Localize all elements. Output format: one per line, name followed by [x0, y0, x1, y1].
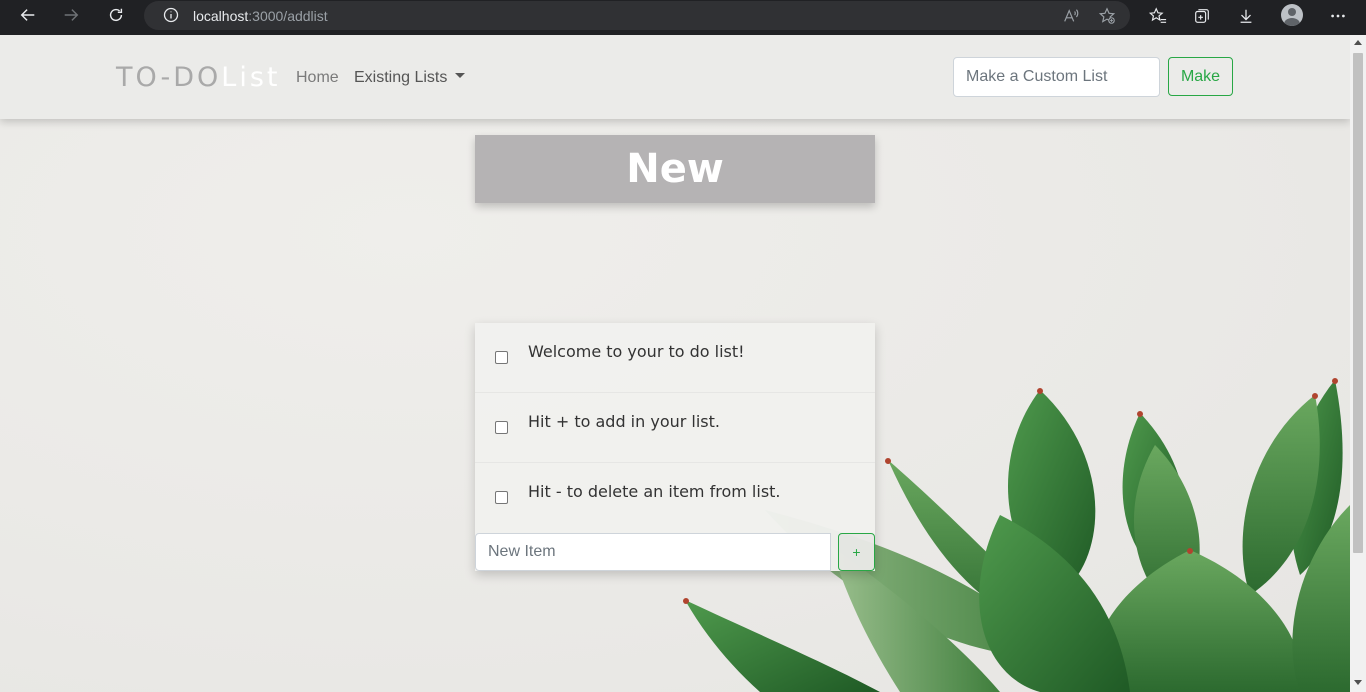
item-text: Hit - to delete an item from list.	[528, 482, 781, 501]
item-checkbox[interactable]	[495, 491, 508, 504]
address-bar[interactable]: localhost:3000/addlist	[144, 1, 1130, 30]
nav-home-link[interactable]: Home	[296, 69, 339, 87]
list-title: New	[626, 146, 724, 192]
url-path: :3000/addlist	[248, 8, 328, 24]
list-heading-box: New	[475, 135, 875, 203]
download-icon[interactable]	[1235, 5, 1257, 27]
more-icon[interactable]	[1327, 5, 1349, 27]
brand-logo[interactable]: TO-DOList	[116, 62, 280, 93]
caret-down-icon	[455, 73, 466, 79]
scrollbar-thumb[interactable]	[1353, 53, 1363, 553]
scroll-up-arrow-icon[interactable]	[1354, 40, 1362, 45]
page-viewport: TO-DOList Home Existing Lists Make New W…	[0, 35, 1350, 692]
browser-toolbar: localhost:3000/addlist	[0, 0, 1366, 35]
item-checkbox[interactable]	[495, 421, 508, 434]
favorites-icon[interactable]	[1147, 5, 1169, 27]
page-scrollbar[interactable]	[1350, 35, 1366, 692]
scroll-down-arrow-icon[interactable]	[1354, 680, 1362, 685]
list-item: Welcome to your to do list!	[475, 323, 875, 393]
custom-list-input[interactable]	[953, 57, 1160, 97]
url-host: localhost	[193, 8, 249, 24]
list-item: Hit - to delete an item from list.	[475, 463, 875, 533]
info-icon[interactable]	[163, 7, 179, 23]
add-favorite-icon[interactable]	[1096, 5, 1118, 27]
profile-avatar-icon[interactable]	[1281, 4, 1303, 26]
todo-list-box: Welcome to your to do list! Hit + to add…	[475, 323, 875, 571]
address-url: localhost:3000/addlist	[193, 8, 328, 24]
existing-lists-label: Existing Lists	[354, 69, 448, 86]
item-text: Hit + to add in your list.	[528, 412, 720, 431]
read-aloud-icon[interactable]	[1060, 5, 1082, 27]
collections-icon[interactable]	[1191, 5, 1213, 27]
navbar: TO-DOList Home Existing Lists Make	[0, 35, 1350, 119]
back-arrow-icon[interactable]	[17, 4, 39, 26]
brand-list: List	[221, 62, 281, 93]
forward-arrow-icon[interactable]	[60, 4, 82, 26]
make-button[interactable]: Make	[1168, 57, 1233, 96]
list-item: Hit + to add in your list.	[475, 393, 875, 463]
nav-existing-lists-dropdown[interactable]: Existing Lists	[354, 69, 466, 87]
brand-todo: TO-DO	[116, 62, 222, 93]
item-text: Welcome to your to do list!	[528, 342, 745, 361]
reload-icon[interactable]	[105, 4, 127, 26]
item-checkbox[interactable]	[495, 351, 508, 364]
add-item-button[interactable]: +	[838, 533, 875, 571]
new-item-input[interactable]	[475, 533, 831, 571]
